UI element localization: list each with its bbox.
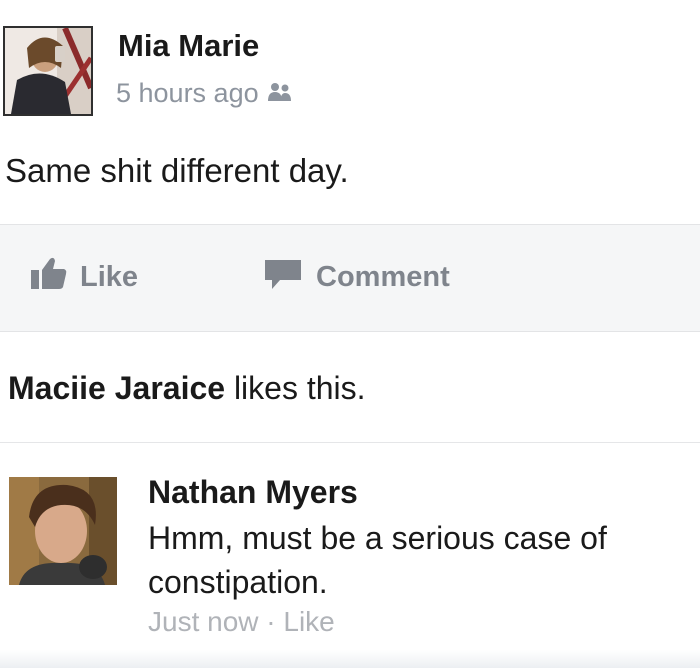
post-timestamp-row: 5 hours ago [116,78,293,109]
bottom-edge [0,650,700,668]
comment-text: Hmm, must be a serious case of constipat… [148,520,607,600]
divider [0,442,700,443]
comment-like-link[interactable]: Like [283,606,334,637]
likes-summary[interactable]: Maciie Jaraice likes this. [8,370,366,407]
post-author-name[interactable]: Mia Marie [118,28,259,64]
avatar-photo [5,28,91,114]
avatar-photo [9,477,117,585]
comment-button-label: Comment [316,260,450,293]
comment-time[interactable]: Just now [148,606,259,637]
post-text: Same shit different day. [5,152,349,189]
likes-suffix: likes this. [225,370,366,406]
meta-separator: · [258,606,284,637]
comment-author-avatar[interactable] [9,477,117,585]
comment-author-name[interactable]: Nathan Myers [148,474,358,511]
thumbs-up-icon [30,256,68,298]
comment-meta: Just now · Like [148,606,335,638]
like-button-label: Like [80,260,139,293]
post-author-avatar[interactable] [3,26,93,116]
comment-bubble-icon [264,256,302,298]
like-button[interactable]: Like [30,256,138,298]
liker-name[interactable]: Maciie Jaraice [8,370,225,406]
friends-icon [267,78,293,109]
comment-button[interactable]: Comment [264,256,450,298]
post-timestamp[interactable]: 5 hours ago [116,78,259,109]
